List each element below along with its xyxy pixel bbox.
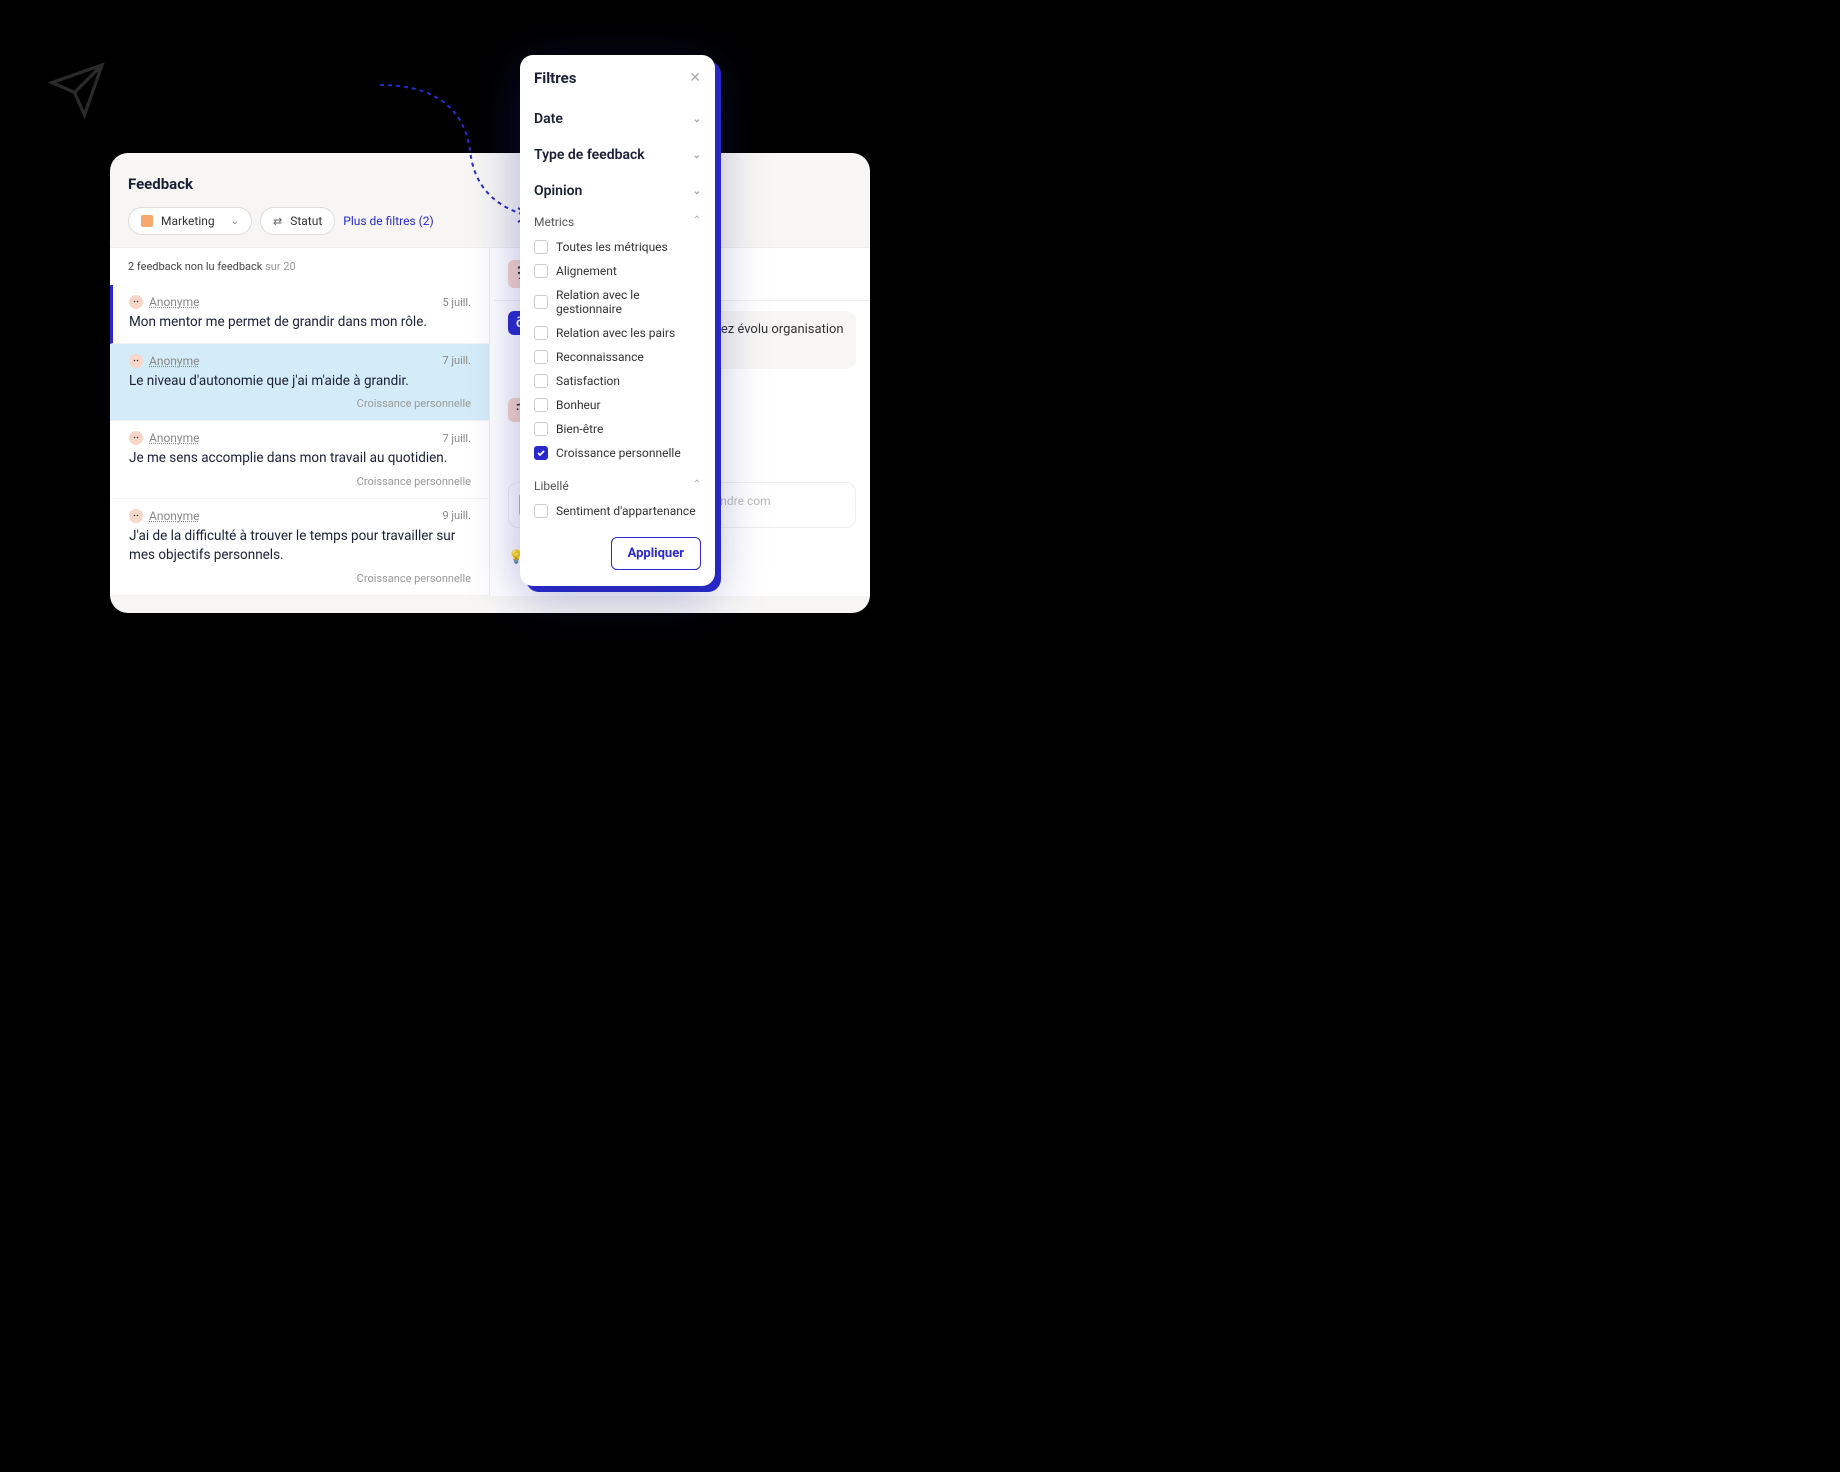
- feedback-date: 5 juill.: [442, 296, 471, 309]
- feedback-text: Je me sens accomplie dans mon travail au…: [129, 449, 471, 469]
- team-filter-dropdown[interactable]: Marketing ⌄: [128, 207, 252, 235]
- checkbox-label: Bien-être: [556, 422, 603, 436]
- filter-checkbox-row[interactable]: Bien-être: [534, 417, 701, 441]
- avatar: [129, 509, 143, 523]
- avatar: [129, 295, 143, 309]
- feedback-text: Le niveau d'autonomie que j'ai m'aide à …: [129, 372, 471, 392]
- filter-checkbox-row[interactable]: Satisfaction: [534, 369, 701, 393]
- filter-checkbox-row[interactable]: Relation avec le gestionnaire: [534, 283, 701, 321]
- checkbox-label: Reconnaissance: [556, 350, 644, 364]
- checkbox-label: Relation avec les pairs: [556, 326, 675, 340]
- paper-plane-icon: [47, 60, 107, 120]
- feedback-item[interactable]: Anonyme 9 juill. J'ai de la difficulté à…: [110, 499, 489, 596]
- apply-filters-button[interactable]: Appliquer: [611, 537, 701, 570]
- checkbox[interactable]: [534, 374, 548, 388]
- checkbox[interactable]: [534, 422, 548, 436]
- filter-section-toggle[interactable]: Opinion⌄: [534, 173, 701, 209]
- checkbox-label: Toutes les métriques: [556, 240, 668, 254]
- checkbox-label: Satisfaction: [556, 374, 620, 388]
- feedback-item[interactable]: Anonyme 5 juill. Mon mentor me permet de…: [110, 285, 489, 344]
- checkbox[interactable]: [534, 350, 548, 364]
- feedback-date: 7 juill.: [442, 432, 471, 445]
- checkbox[interactable]: [534, 295, 548, 309]
- checkbox[interactable]: [534, 264, 548, 278]
- feedback-author: Anonyme: [149, 295, 200, 309]
- feedback-list: 2 feedback non lu feedback sur 20 Anonym…: [110, 248, 490, 596]
- status-icon: ⇄: [273, 215, 282, 228]
- filters-panel: Filtres ✕ Date⌄Type de feedback⌄Opinion⌄…: [520, 55, 715, 586]
- filter-checkbox-row[interactable]: Sentiment d'appartenance: [534, 499, 701, 523]
- feedback-text: J'ai de la difficulté à trouver le temps…: [129, 527, 471, 566]
- feedback-item[interactable]: Anonyme 7 juill. Le niveau d'autonomie q…: [110, 344, 489, 422]
- filter-checkbox-row[interactable]: Toutes les métriques: [534, 235, 701, 259]
- filter-checkbox-row[interactable]: Croissance personnelle: [534, 441, 701, 465]
- checkbox-label: Bonheur: [556, 398, 601, 412]
- chevron-up-icon: ⌃: [693, 479, 701, 493]
- chevron-down-icon: ⌄: [693, 186, 701, 197]
- avatar: [129, 354, 143, 368]
- checkbox-label: Alignement: [556, 264, 617, 278]
- status-filter-dropdown[interactable]: ⇄ Statut: [260, 207, 335, 235]
- feedback-author: Anonyme: [149, 431, 200, 445]
- result-count: 2 feedback non lu feedback sur 20: [110, 248, 489, 285]
- filter-checkbox-row[interactable]: Bonheur: [534, 393, 701, 417]
- filter-checkbox-row[interactable]: Alignement: [534, 259, 701, 283]
- feedback-text: Mon mentor me permet de grandir dans mon…: [129, 313, 471, 333]
- feedback-author: Anonyme: [149, 354, 200, 368]
- checkbox[interactable]: [534, 326, 548, 340]
- connector-arrow: [370, 80, 540, 230]
- checkbox-label: Croissance personnelle: [556, 446, 681, 460]
- checkbox[interactable]: [534, 398, 548, 412]
- checkbox-label: Sentiment d'appartenance: [556, 504, 696, 518]
- checkbox[interactable]: [534, 446, 548, 460]
- chevron-up-icon: ⌃: [693, 215, 701, 229]
- chevron-down-icon: ⌄: [693, 114, 701, 125]
- feedback-tag: Croissance personnelle: [129, 475, 471, 488]
- metrics-section-header[interactable]: Metrics ⌃: [534, 209, 701, 235]
- feedback-tag: Croissance personnelle: [129, 397, 471, 410]
- filters-title: Filtres: [534, 69, 576, 87]
- feedback-tag: Croissance personnelle: [129, 572, 471, 585]
- close-icon[interactable]: ✕: [689, 70, 701, 86]
- checkbox-label: Relation avec le gestionnaire: [556, 288, 701, 316]
- feedback-author: Anonyme: [149, 509, 200, 523]
- filter-checkbox-row[interactable]: Reconnaissance: [534, 345, 701, 369]
- filter-checkbox-row[interactable]: Relation avec les pairs: [534, 321, 701, 345]
- team-color-swatch: [141, 215, 153, 227]
- libelle-section-header[interactable]: Libellé ⌃: [534, 473, 701, 499]
- feedback-item[interactable]: Anonyme 7 juill. Je me sens accomplie da…: [110, 421, 489, 499]
- checkbox[interactable]: [534, 504, 548, 518]
- checkbox[interactable]: [534, 240, 548, 254]
- avatar: [129, 431, 143, 445]
- filter-section-toggle[interactable]: Type de feedback⌄: [534, 137, 701, 173]
- chevron-down-icon: ⌄: [231, 216, 239, 227]
- chevron-down-icon: ⌄: [693, 150, 701, 161]
- filter-section-toggle[interactable]: Date⌄: [534, 101, 701, 137]
- feedback-date: 9 juill.: [442, 509, 471, 522]
- feedback-date: 7 juill.: [442, 354, 471, 367]
